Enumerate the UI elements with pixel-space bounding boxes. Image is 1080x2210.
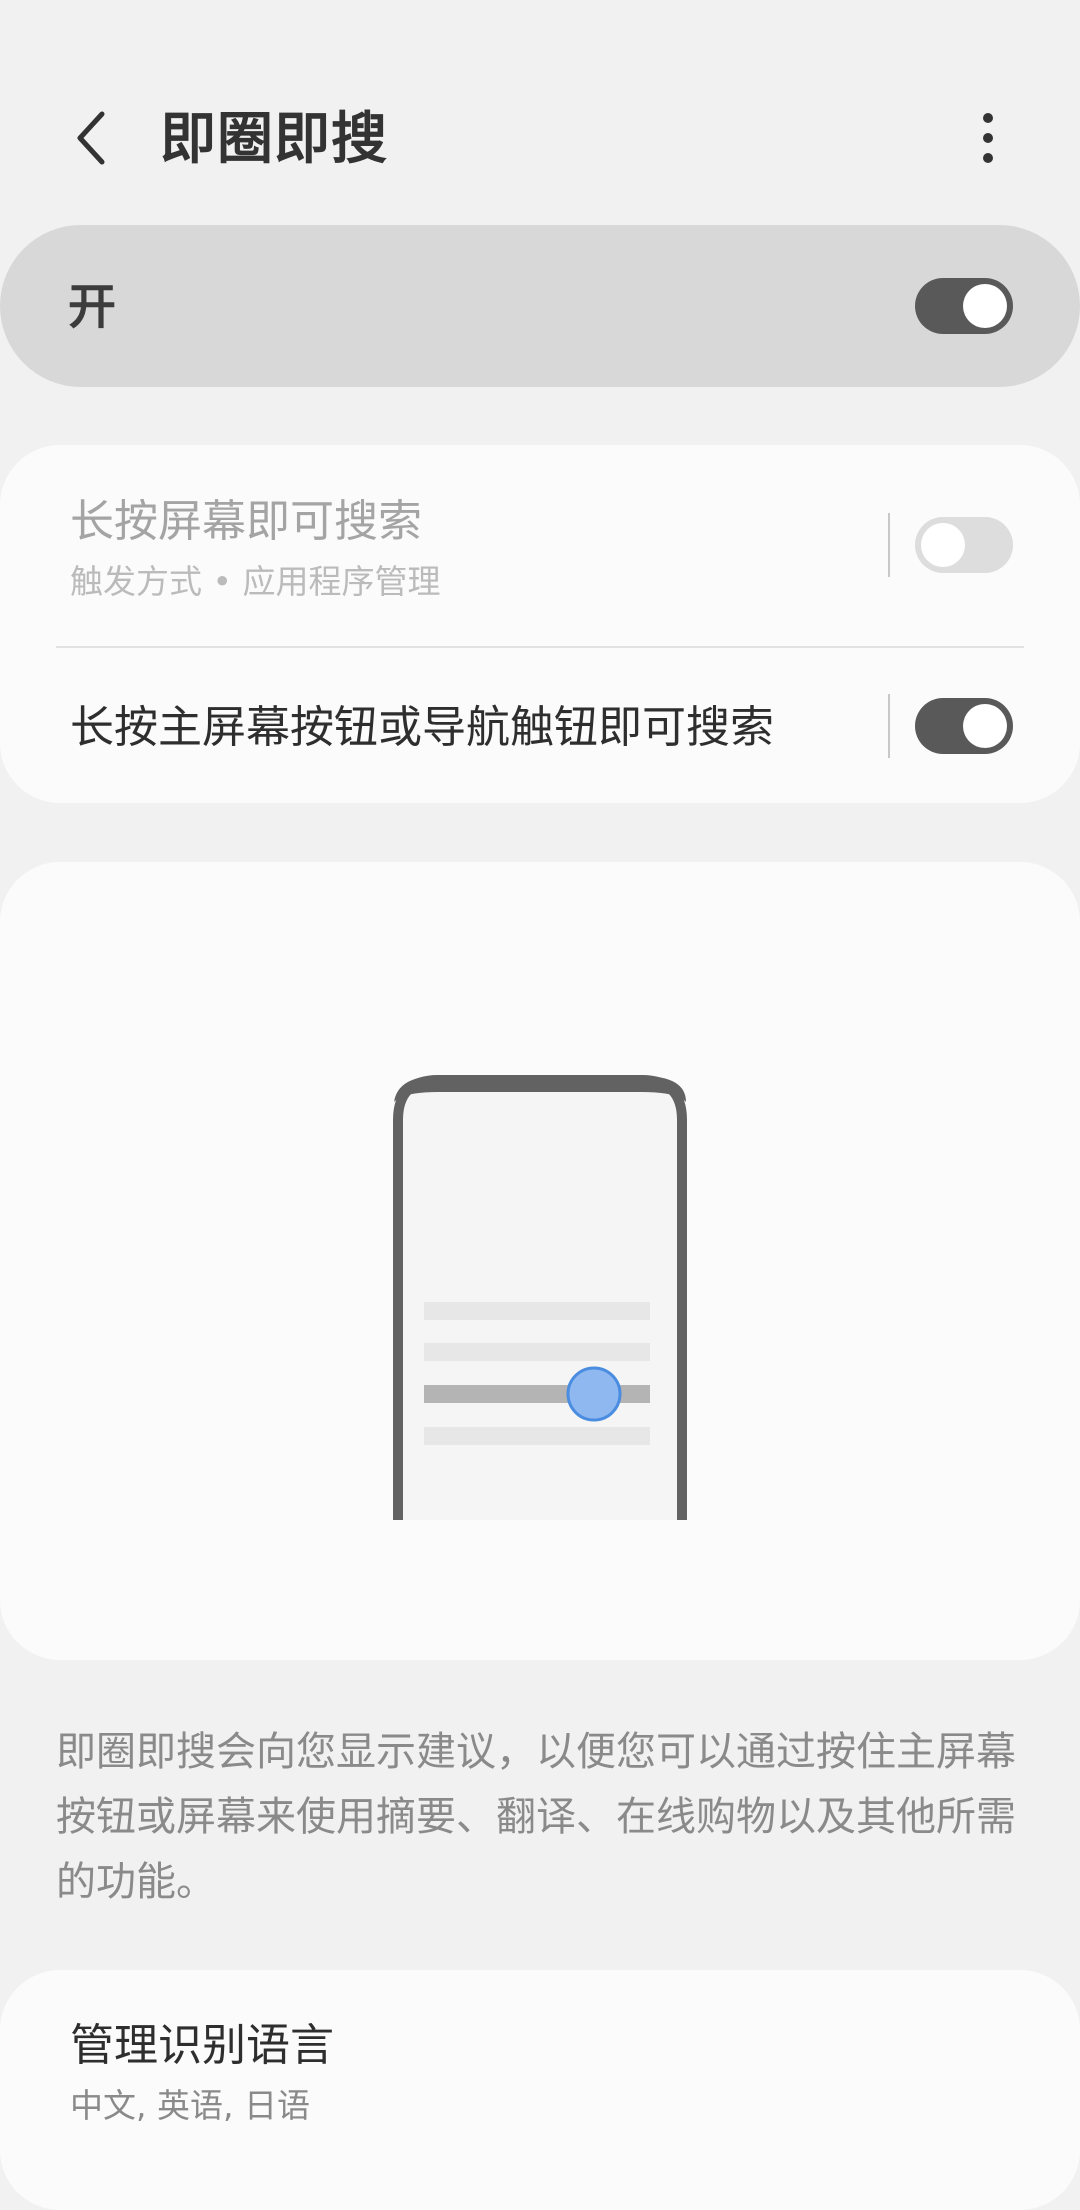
toggle-knob bbox=[963, 704, 1007, 748]
option-long-press-screen-title[interactable]: 长按屏幕即可搜索 bbox=[70, 492, 422, 552]
master-toggle[interactable] bbox=[915, 278, 1013, 334]
option-long-press-screen-toggle[interactable] bbox=[915, 517, 1013, 573]
option-long-press-screen-subtitle: 触发方式 • 应用程序管理 bbox=[70, 562, 441, 601]
chevron-left-icon bbox=[77, 111, 105, 165]
more-options-button[interactable] bbox=[948, 98, 1028, 178]
toggle-knob bbox=[963, 284, 1007, 328]
divider-horizontal bbox=[56, 646, 1024, 648]
touch-point-icon bbox=[566, 1366, 622, 1422]
option-long-press-home-title[interactable]: 长按主屏幕按钮或导航触钮即可搜索 bbox=[70, 698, 774, 758]
manage-languages-title: 管理识别语言 bbox=[70, 2020, 334, 2071]
option-long-press-home-toggle[interactable] bbox=[915, 698, 1013, 754]
more-vertical-icon bbox=[983, 113, 993, 163]
divider-vertical bbox=[888, 694, 890, 758]
feature-description: 即圈即搜会向您显示建议，以便您可以通过按住主屏幕按钮或屏幕来使用摘要、翻译、在线… bbox=[56, 1729, 1016, 1905]
master-switch-label: 开 bbox=[68, 279, 117, 335]
phone-illustration bbox=[393, 1075, 687, 1520]
divider-vertical bbox=[888, 513, 890, 577]
manage-languages-value: 中文, 英语, 日语 bbox=[70, 2086, 310, 2125]
page-title: 即圈即搜 bbox=[160, 107, 388, 172]
back-button[interactable] bbox=[52, 98, 132, 178]
toggle-knob bbox=[921, 523, 965, 567]
